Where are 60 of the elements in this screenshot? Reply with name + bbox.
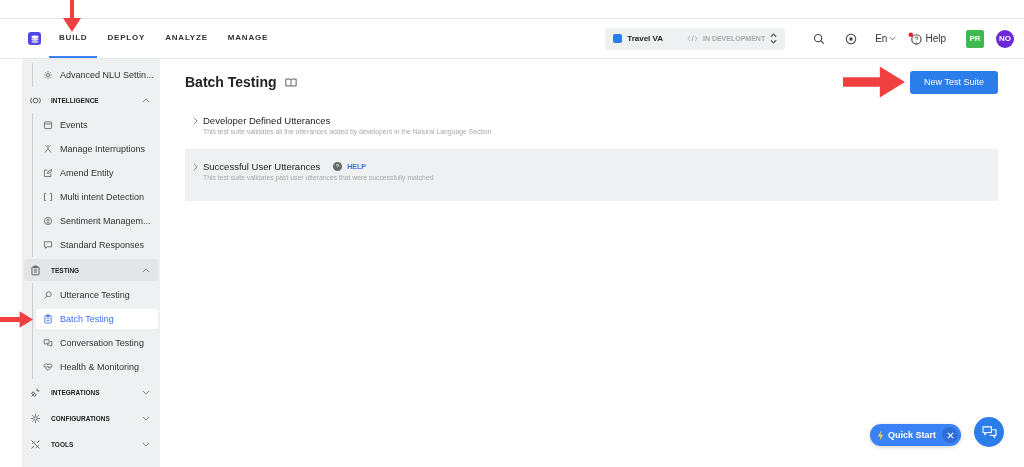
plug-icon	[30, 386, 41, 398]
split-icon	[43, 144, 53, 154]
calendar-icon	[43, 120, 53, 130]
chevron-right-icon[interactable]	[193, 162, 198, 171]
page-title: Batch Testing	[185, 74, 277, 90]
sidebar-item[interactable]: Standard Responses	[36, 235, 158, 255]
sort-icon	[770, 33, 778, 44]
book-icon[interactable]	[284, 77, 297, 87]
nav-tab[interactable]: ANALYZE	[155, 19, 218, 58]
sidebar-item[interactable]: Manage Interruptions	[36, 139, 158, 159]
clipboard-icon	[43, 314, 53, 324]
annotation-arrow	[0, 310, 33, 329]
chat-icon	[981, 425, 997, 439]
chat-icon	[43, 338, 53, 348]
close-icon[interactable]	[942, 427, 958, 443]
brain-icon	[30, 94, 41, 106]
gear-icon	[43, 70, 53, 80]
chat-button[interactable]	[974, 417, 1004, 447]
sidebar-item[interactable]: Advanced NLU Settin...	[36, 65, 158, 85]
new-test-suite-button[interactable]: New Test Suite	[910, 70, 998, 94]
search-icon[interactable]	[813, 32, 826, 45]
sidebar-item[interactable]: Health & Monitoring	[36, 357, 158, 377]
suite-title: Developer Defined Utterances	[203, 115, 331, 126]
annotation-arrow	[843, 64, 905, 100]
sidebar-item[interactable]: Multi intent Detection	[36, 187, 158, 207]
sidebar-item[interactable]: Utterance Testing	[36, 285, 158, 305]
chevron-down-icon	[142, 441, 150, 447]
chevron-right-icon[interactable]	[193, 116, 198, 125]
chevron-up-icon	[142, 267, 150, 273]
project-icon	[613, 34, 623, 43]
search-icon	[43, 290, 53, 300]
face-icon	[43, 216, 53, 226]
chevron-up-icon	[142, 97, 150, 103]
quick-start-button[interactable]: Quick Start	[870, 424, 961, 446]
nav-tab[interactable]: DEPLOY	[97, 19, 156, 58]
sidebar-item[interactable]: Amend Entity	[36, 163, 158, 183]
help-icon[interactable]	[333, 162, 343, 171]
suite-title: Successful User Utterances	[203, 161, 321, 172]
code-icon	[686, 35, 698, 42]
nav-tab[interactable]: MANAGE	[217, 19, 279, 58]
caret-icon	[889, 36, 897, 41]
sidebar-item[interactable]: Sentiment Managem...	[36, 211, 158, 231]
annotation-arrow	[62, 0, 82, 32]
lightning-icon	[877, 429, 884, 441]
sidebar-item[interactable]: Events	[36, 115, 158, 135]
chevron-down-icon	[142, 415, 150, 421]
sidebar-item[interactable]: Conversation Testing	[36, 333, 158, 353]
clipboard-icon	[30, 264, 41, 276]
heart-icon	[43, 362, 53, 372]
user-avatar[interactable]: NO	[996, 29, 1014, 48]
edit-icon	[43, 168, 53, 178]
help-button[interactable]: Help	[908, 32, 946, 45]
gear-icon	[30, 412, 41, 424]
chat-icon	[43, 240, 53, 250]
sidebar-item[interactable]: Batch Testing	[36, 309, 158, 329]
target-icon[interactable]	[845, 32, 858, 45]
chevron-down-icon	[142, 389, 150, 395]
brackets-icon	[43, 192, 53, 202]
tools-icon	[30, 438, 41, 450]
language-selector[interactable]: En	[875, 33, 897, 44]
